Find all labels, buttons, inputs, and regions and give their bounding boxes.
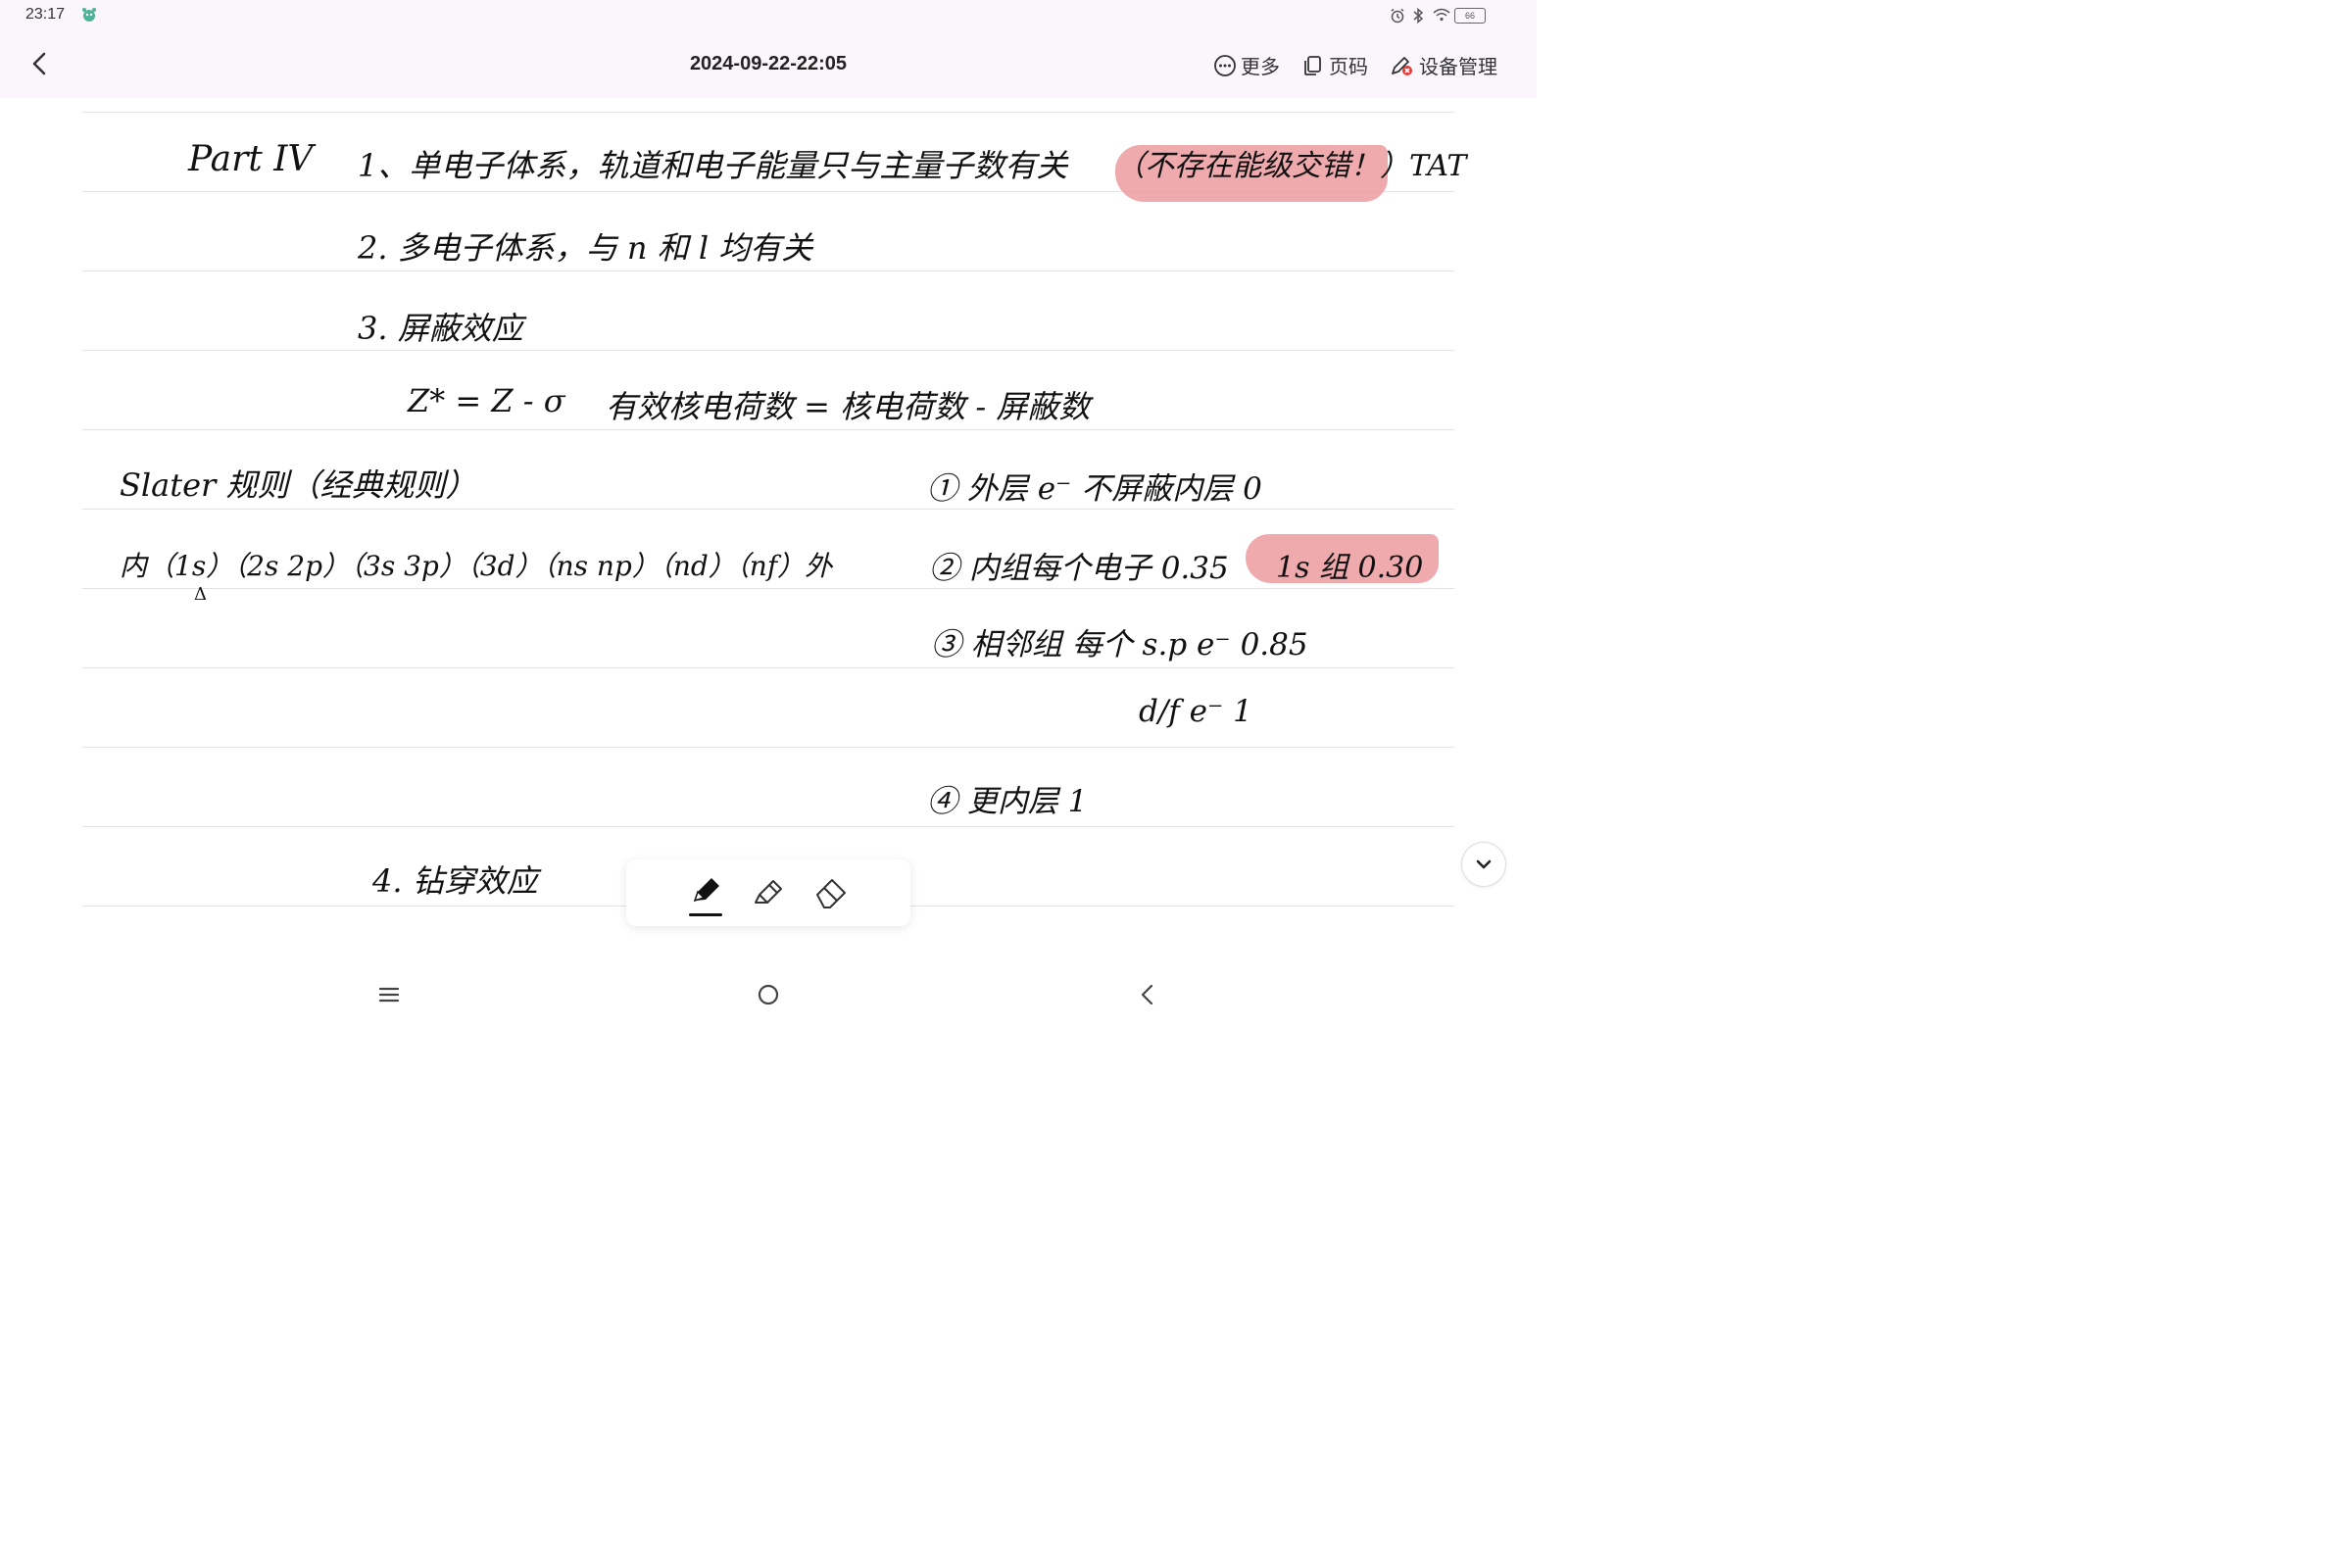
ruled-line xyxy=(82,509,1454,510)
page-number-button[interactable]: 页码 xyxy=(1301,51,1368,79)
ruled-line xyxy=(82,350,1454,351)
device-manage-icon xyxy=(1392,56,1412,75)
ruled-line xyxy=(82,429,1454,430)
more-label: 更多 xyxy=(1241,55,1280,78)
pen-tool-button[interactable] xyxy=(687,873,726,916)
app-notification-icon xyxy=(82,8,96,22)
note-line-4: 4. 钻穿效应 xyxy=(372,862,538,900)
highlighter-tool-button[interactable] xyxy=(750,873,789,912)
more-button[interactable]: 更多 xyxy=(1213,51,1280,79)
note-line-3: 3. 屏蔽效应 xyxy=(358,310,523,347)
ruled-line xyxy=(82,112,1454,113)
top-bar: 2024-09-22-22:05 更多 页码 设备管理 xyxy=(0,31,1537,98)
ruled-line xyxy=(82,270,1454,271)
active-tool-indicator xyxy=(689,913,722,916)
alarm-icon xyxy=(1391,8,1404,24)
slater-rule-3: ③ 相邻组 每个 s.p e⁻ 0.85 xyxy=(931,627,1308,662)
status-time: 23:17 xyxy=(25,6,66,23)
note-line-2: 2. 多电子体系，与 n 和 l 均有关 xyxy=(358,229,813,267)
orbital-grouping: 内（1s）（2s 2p）（3s 3p）（3d）（ns np）（nd）（nf）外 xyxy=(120,550,833,582)
note-canvas[interactable]: Part IV 1、单电子体系，轨道和电子能量只与主量子数有关 （不存在能级交错… xyxy=(0,98,1537,960)
formula-description: 有效核电荷数 = 核电荷数 - 屏蔽数 xyxy=(606,388,1091,425)
page-copy-icon xyxy=(1304,55,1321,75)
page-number-label: 页码 xyxy=(1329,55,1368,78)
slater-rule-2-highlight: 1s 组 0.30 xyxy=(1276,551,1424,585)
slater-rule-2: ② 内组每个电子 0.35 xyxy=(929,551,1229,586)
part-heading: Part IV xyxy=(188,139,314,179)
note-line-1: 1、单电子体系，轨道和电子能量只与主量子数有关 xyxy=(358,147,1068,184)
eraser-tool-button[interactable] xyxy=(812,873,852,912)
pen-icon xyxy=(693,878,719,903)
highlighter-icon xyxy=(755,880,782,904)
scroll-down-button[interactable] xyxy=(1461,842,1506,887)
triangle-mark: Δ xyxy=(194,584,207,605)
ruled-line xyxy=(82,667,1454,668)
device-manage-button[interactable]: 设备管理 xyxy=(1390,51,1497,79)
top-actions: 更多 页码 设备管理 xyxy=(1213,51,1497,79)
status-bar: 23:17 66 xyxy=(0,0,1537,31)
ruled-line xyxy=(82,588,1454,589)
formula: Z* = Z - σ xyxy=(408,382,565,419)
ruled-line xyxy=(82,747,1454,748)
bluetooth-icon xyxy=(1413,7,1424,24)
menu-icon[interactable] xyxy=(373,979,405,1010)
ruled-line xyxy=(82,826,1454,827)
battery-indicator: 66 xyxy=(1454,8,1486,24)
slater-rule-1: ① 外层 e⁻ 不屏蔽内层 0 xyxy=(927,471,1262,507)
device-manage-label: 设备管理 xyxy=(1419,55,1497,78)
chevron-down-icon xyxy=(1476,859,1492,869)
eraser-icon xyxy=(816,879,846,908)
wifi-icon xyxy=(1433,8,1450,22)
note-line-1-highlight: （不存在能级交错！）TAT xyxy=(1115,149,1467,183)
slater-heading: Slater 规则（经典规则） xyxy=(120,466,477,504)
home-icon[interactable] xyxy=(753,979,784,1010)
pen-toolbar xyxy=(626,859,910,926)
more-circle-icon xyxy=(1214,54,1236,76)
back-nav-icon[interactable] xyxy=(1132,979,1163,1010)
system-nav-bar xyxy=(0,965,1537,1024)
slater-rule-3b: d/f e⁻ 1 xyxy=(1139,694,1252,729)
slater-rule-4: ④ 更内层 1 xyxy=(927,784,1088,819)
